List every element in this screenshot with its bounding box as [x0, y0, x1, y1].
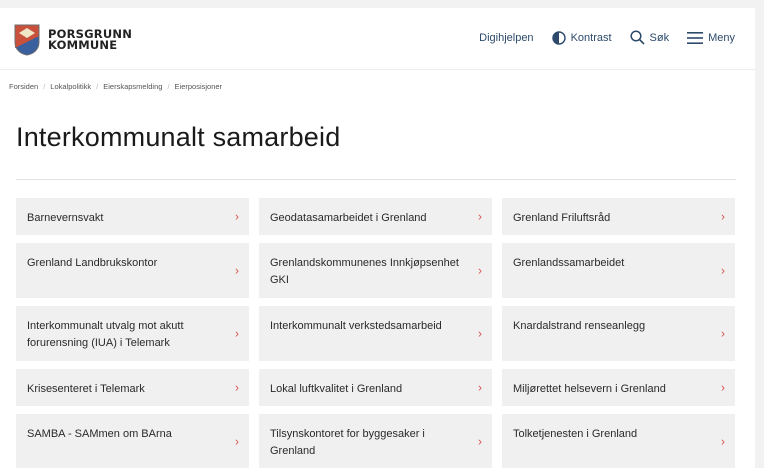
link-card-label: Krisesenteret i Telemark [27, 383, 145, 395]
breadcrumb-separator: / [96, 82, 99, 91]
link-card-label: SAMBA - SAMmen om BArna [27, 428, 172, 440]
contrast-icon [551, 30, 566, 45]
breadcrumb-item[interactable]: Eierposisjoner [175, 82, 223, 91]
link-card[interactable]: Grenland Friluftsråd › [502, 198, 735, 235]
chevron-right-icon: › [235, 380, 239, 394]
search-icon [629, 30, 645, 45]
logo-line-2: KOMMUNE [48, 38, 118, 52]
chevron-right-icon: › [721, 209, 725, 223]
breadcrumb-separator: / [167, 82, 170, 91]
chevron-right-icon: › [478, 434, 482, 448]
search-label: Søk [649, 31, 670, 44]
link-card-label: Grenland Friluftsråd [513, 212, 611, 224]
contrast-button[interactable]: Kontrast [551, 30, 612, 45]
link-card-grid: Barnevernsvakt › Geodatasamarbeidet i Gr… [16, 198, 736, 468]
logo-link[interactable]: PORSGRUNN KOMMUNE [14, 24, 132, 56]
link-card[interactable]: Tolketjenesten i Grenland › [502, 414, 735, 468]
link-card[interactable]: Knardalstrand renseanlegg › [502, 306, 735, 361]
link-card[interactable]: Grenlandskommunenes Innkjøpsenhet GKI › [259, 243, 492, 298]
breadcrumb: Forsiden / Lokalpolitikk / Eierskapsmeld… [9, 82, 222, 91]
title-divider [16, 179, 736, 180]
chevron-right-icon: › [721, 326, 725, 340]
link-card-label: Interkommunalt utvalg mot akutt forurens… [27, 320, 184, 349]
digihelp-label: Digihjelpen [479, 31, 534, 44]
chevron-right-icon: › [478, 380, 482, 394]
link-card-label: Grenlandskommunenes Innkjøpsenhet GKI [270, 257, 459, 286]
header-nav: Digihjelpen Kontrast Søk Meny [479, 30, 735, 45]
link-card[interactable]: Grenland Landbrukskontor › [16, 243, 249, 298]
link-card-label: Knardalstrand renseanlegg [513, 320, 646, 332]
page: PORSGRUNN KOMMUNE Digihjelpen Kontrast S… [0, 8, 755, 468]
chevron-right-icon: › [721, 434, 725, 448]
chevron-right-icon: › [478, 326, 482, 340]
breadcrumb-item[interactable]: Lokalpolitikk [50, 82, 91, 91]
link-card[interactable]: Krisesenteret i Telemark › [16, 369, 249, 406]
link-card[interactable]: Miljørettet helsevern i Grenland › [502, 369, 735, 406]
link-card-label: Miljørettet helsevern i Grenland [513, 383, 666, 395]
chevron-right-icon: › [721, 263, 725, 277]
link-card[interactable]: Lokal luftkvalitet i Grenland › [259, 369, 492, 406]
chevron-right-icon: › [235, 326, 239, 340]
chevron-right-icon: › [235, 434, 239, 448]
search-button[interactable]: Søk [629, 30, 670, 45]
link-card-label: Lokal luftkvalitet i Grenland [270, 383, 403, 395]
link-card[interactable]: Interkommunalt verkstedsamarbeid › [259, 306, 492, 361]
link-card[interactable]: SAMBA - SAMmen om BArna › [16, 414, 249, 468]
chevron-right-icon: › [721, 380, 725, 394]
coat-of-arms-icon [14, 24, 40, 56]
page-title: Interkommunalt samarbeid [16, 122, 341, 152]
link-card[interactable]: Barnevernsvakt › [16, 198, 249, 235]
link-card-label: Grenlandssamarbeidet [513, 257, 625, 269]
link-card-label: Tilsynskontoret for byggesaker i Grenlan… [270, 428, 425, 457]
chevron-right-icon: › [235, 263, 239, 277]
link-card-label: Geodatasamarbeidet i Grenland [270, 212, 427, 224]
chevron-right-icon: › [478, 263, 482, 277]
logo-text: PORSGRUNN KOMMUNE [48, 28, 132, 52]
digihelp-link[interactable]: Digihjelpen [479, 32, 533, 44]
link-card-label: Interkommunalt verkstedsamarbeid [270, 320, 442, 332]
link-card-label: Tolketjenesten i Grenland [513, 428, 638, 440]
hamburger-menu-icon [687, 31, 704, 44]
link-card-label: Grenland Landbrukskontor [27, 257, 158, 269]
breadcrumb-separator: / [43, 82, 46, 91]
contrast-label: Kontrast [570, 31, 612, 44]
breadcrumb-item[interactable]: Forsiden [9, 82, 38, 91]
chevron-right-icon: › [478, 209, 482, 223]
menu-button[interactable]: Meny [687, 31, 735, 44]
breadcrumb-item[interactable]: Eierskapsmelding [103, 82, 162, 91]
menu-label: Meny [708, 31, 735, 44]
link-card[interactable]: Tilsynskontoret for byggesaker i Grenlan… [259, 414, 492, 468]
link-card[interactable]: Grenlandssamarbeidet › [502, 243, 735, 298]
site-header: PORSGRUNN KOMMUNE Digihjelpen Kontrast S… [0, 8, 755, 70]
chevron-right-icon: › [235, 209, 239, 223]
link-card[interactable]: Interkommunalt utvalg mot akutt forurens… [16, 306, 249, 361]
link-card[interactable]: Geodatasamarbeidet i Grenland › [259, 198, 492, 235]
link-card-label: Barnevernsvakt [27, 212, 104, 224]
